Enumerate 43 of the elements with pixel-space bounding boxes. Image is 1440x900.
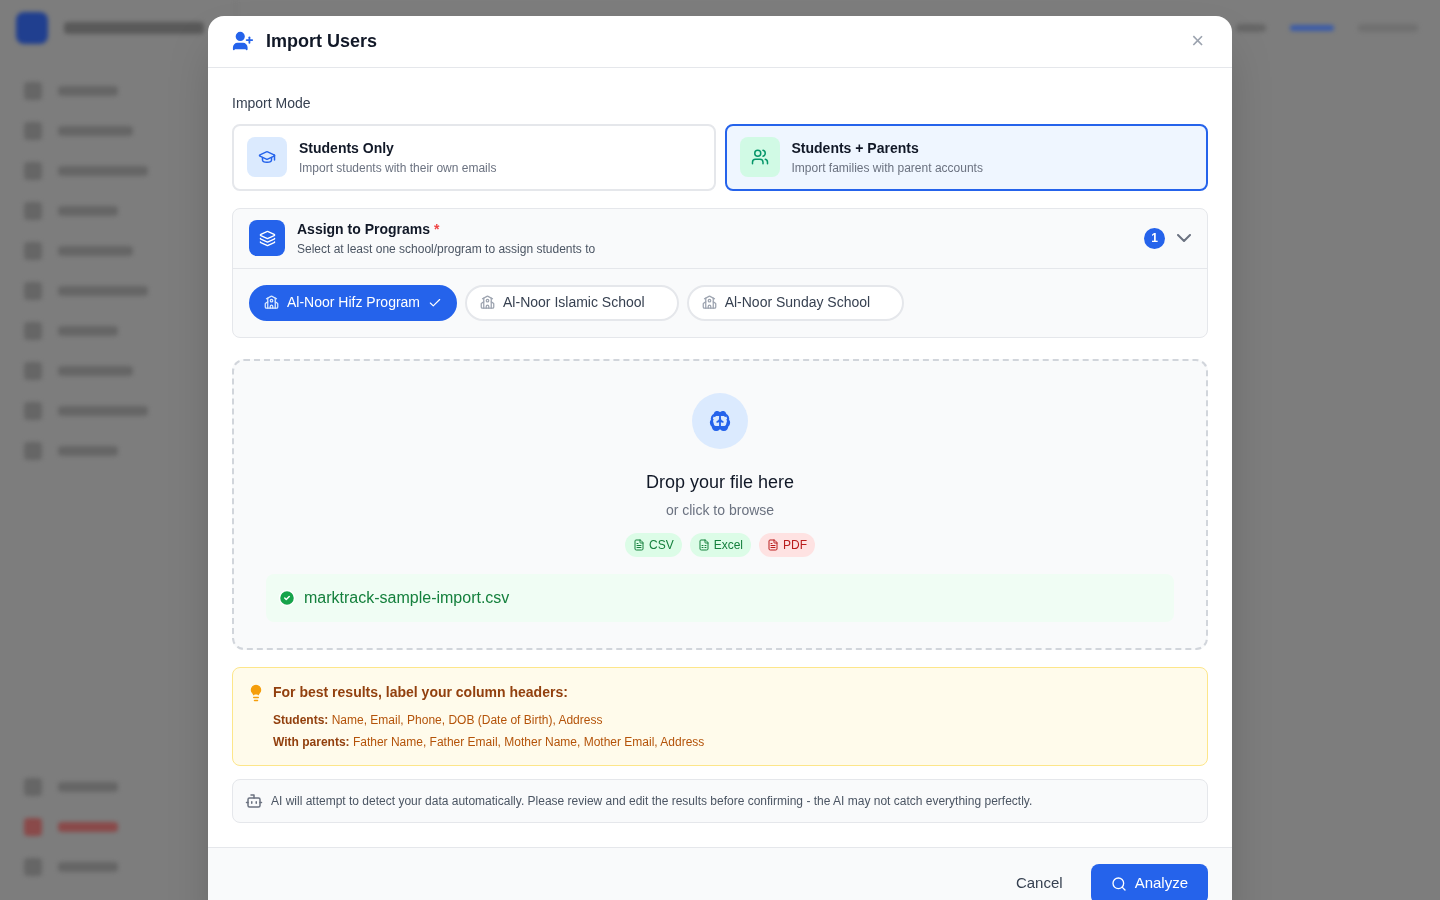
import-mode-option[interactable]: Students Only Import students with their own emails xyxy=(232,123,716,191)
chevron-down-icon xyxy=(1177,234,1191,243)
program-chip[interactable]: Al-Noor Sunday School xyxy=(686,284,905,321)
file-drop-zone[interactable]: Drop your file here or click to browse CSV Excel PDF marktrack-sample-import.csv xyxy=(232,358,1208,650)
file-name: marktrack-sample-import.csv xyxy=(304,587,510,608)
spreadsheet-file-icon xyxy=(697,538,710,551)
programs-description: Select at least one school/program to assign students to xyxy=(297,240,596,258)
tip-line: With parents: Father Name, Father Email, Mother Name, Mother Email, Address xyxy=(273,733,705,751)
section-label: Import Mode xyxy=(232,93,312,113)
option-description: Import students with their own emails xyxy=(299,159,497,177)
option-title: Students + Parents xyxy=(791,138,920,158)
check-circle-icon xyxy=(278,588,296,607)
format-tag: CSV xyxy=(625,532,682,557)
school-icon xyxy=(701,295,717,311)
robot-icon xyxy=(245,791,263,810)
file-icon xyxy=(633,538,645,551)
program-chip[interactable]: Al-Noor Hifz Program xyxy=(249,284,458,321)
tip-line: Students: Name, Email, Phone, DOB (Date of Birth), Address xyxy=(273,711,604,729)
required-mark: * xyxy=(434,219,440,239)
program-chip[interactable]: Al-Noor Islamic School xyxy=(465,284,679,321)
format-tag: PDF xyxy=(759,532,815,557)
option-title: Students Only xyxy=(299,138,395,158)
tip-title: For best results, label your column headers: xyxy=(273,682,569,702)
graduate-icon xyxy=(247,137,287,178)
layers-icon xyxy=(249,220,285,257)
count-badge: 1 xyxy=(1144,227,1165,249)
people-icon xyxy=(739,137,780,178)
analyze-button[interactable]: Analyze xyxy=(1090,863,1208,900)
drop-title: Drop your file here xyxy=(645,470,795,494)
dialog-title: Import Users xyxy=(266,29,378,53)
cancel-button[interactable]: Cancel xyxy=(999,863,1079,900)
school-icon xyxy=(264,295,279,311)
ai-note-text: AI will attempt to detect your data automatically. Please review and edit the results before confirming - the AI may not catch everything perfectly. xyxy=(271,792,1033,810)
file-icon xyxy=(767,538,779,551)
format-tag: Excel xyxy=(689,532,751,557)
school-icon xyxy=(480,295,496,311)
programs-header[interactable]: Assign to Programs * Select at least one school/program to assign students to 1 xyxy=(233,208,1207,269)
add-user-icon xyxy=(232,30,254,53)
import-mode-option[interactable]: Students + Parents Import families with parent accounts xyxy=(724,123,1208,191)
search-icon xyxy=(1110,875,1127,892)
drop-subtitle: or click to browse xyxy=(665,500,775,520)
option-description: Import families with parent accounts xyxy=(791,159,983,177)
programs-title: Assign to Programs xyxy=(297,219,431,239)
